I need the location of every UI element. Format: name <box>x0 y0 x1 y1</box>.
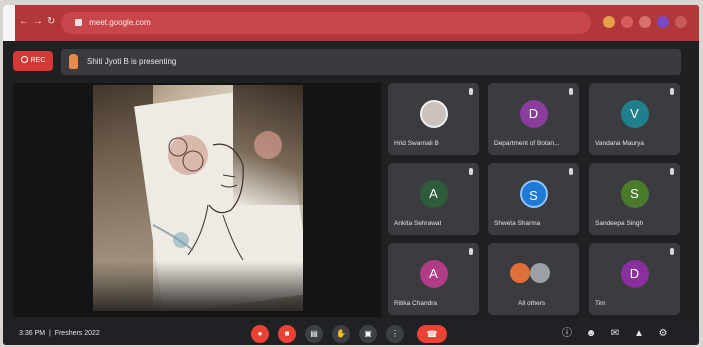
lock-icon <box>75 19 82 26</box>
people-icon[interactable]: ☻ <box>584 327 598 341</box>
avatar: D <box>519 100 548 128</box>
host-controls-icon[interactable]: ⚙ <box>656 327 670 341</box>
participant-name: Tim <box>595 300 606 307</box>
presenter-icon <box>69 54 78 69</box>
sketch-drawing <box>152 131 282 261</box>
meeting-controls-bar: 3:36 PM | Freshers 2022 ● ■ ▤ ✋ ▣ ⋮ ☎ ⓘ … <box>3 323 699 345</box>
mic-off-icon <box>670 168 674 175</box>
back-icon[interactable]: ← <box>19 17 29 27</box>
mic-off-icon <box>670 248 674 255</box>
participant-tile[interactable]: A Ritika Chandra <box>388 243 479 315</box>
address-bar[interactable]: meet.google.com <box>61 12 591 34</box>
profile-avatar[interactable] <box>657 16 669 28</box>
browser-toolbar: ← → ↻ meet.google.com <box>3 5 699 41</box>
avatar <box>530 263 551 283</box>
menu-icon[interactable] <box>675 16 687 28</box>
meeting-name: Freshers 2022 <box>54 330 100 337</box>
reload-icon[interactable]: ↻ <box>47 17 55 27</box>
avatar: A <box>419 180 448 208</box>
raise-hand-icon[interactable]: ✋ <box>332 325 350 343</box>
chat-icon[interactable]: ✉ <box>608 327 622 341</box>
participant-tile-others[interactable]: All others <box>488 243 579 315</box>
window-edge <box>3 5 15 41</box>
participant-tile[interactable]: S Sandeepa Singh <box>589 163 680 235</box>
present-screen-icon[interactable]: ▣ <box>359 325 377 343</box>
shared-screen-image <box>93 85 303 311</box>
forward-icon[interactable]: → <box>33 17 43 27</box>
participant-tile[interactable]: D Tim <box>589 243 680 315</box>
rec-label: REC <box>30 57 46 64</box>
participant-name: Ritika Chandra <box>394 300 437 307</box>
meeting-info: 3:36 PM | Freshers 2022 <box>19 330 100 337</box>
avatar: A <box>419 260 448 288</box>
mic-off-icon <box>469 168 473 175</box>
record-icon <box>20 56 28 63</box>
participant-tile[interactable]: A Ankita Sehrawat <box>388 163 479 235</box>
participant-tile[interactable]: Hrid Swarnali B <box>388 83 479 155</box>
extension-puzzle-icon[interactable] <box>639 16 651 28</box>
mic-off-icon <box>469 88 473 95</box>
meeting-time: 3:36 PM <box>19 330 46 337</box>
extension-icon[interactable] <box>603 16 615 28</box>
meet-window: ← → ↻ meet.google.com REC Shiti Jyoti B … <box>3 5 699 345</box>
info-icon[interactable]: ⓘ <box>560 327 574 341</box>
participant-tile[interactable]: D Department of Botan... <box>488 83 579 155</box>
recording-badge[interactable]: REC <box>13 51 53 71</box>
bookmark-icon[interactable] <box>621 16 633 28</box>
participant-name: Vandana Maurya <box>595 140 645 147</box>
end-call-button[interactable]: ☎ <box>417 325 447 343</box>
mic-off-icon <box>569 88 573 95</box>
participant-name: Ankita Sehrawat <box>394 220 442 227</box>
captions-icon[interactable]: ▤ <box>305 325 323 343</box>
mic-off-icon <box>469 248 473 255</box>
participant-name: Sandeepa Singh <box>595 220 644 227</box>
activities-icon[interactable]: ▲ <box>632 327 646 341</box>
participant-name: Hrid Swarnali B <box>394 140 439 147</box>
avatar-photo <box>419 100 448 128</box>
participant-tile[interactable]: V Vandana Maurya <box>589 83 680 155</box>
participant-name: Shweta Sharma <box>494 220 541 227</box>
avatar: D <box>620 260 649 288</box>
avatar: S <box>519 180 548 208</box>
presentation-stage[interactable] <box>13 83 381 317</box>
participant-name: All others <box>518 300 546 307</box>
mic-off-icon <box>569 168 573 175</box>
url-text: meet.google.com <box>89 18 151 27</box>
avatar: S <box>620 180 649 208</box>
presenting-text: Shiti Jyoti B is presenting <box>87 57 177 66</box>
participant-tile[interactable]: S Shweta Sharma <box>488 163 579 235</box>
mic-toggle-icon[interactable]: ● <box>251 325 269 343</box>
mic-off-icon <box>670 88 674 95</box>
avatar: V <box>620 100 649 128</box>
avatar <box>510 263 531 283</box>
presenting-banner: Shiti Jyoti B is presenting <box>61 49 681 75</box>
participant-name: Department of Botan... <box>494 140 560 147</box>
camera-toggle-icon[interactable]: ■ <box>278 325 296 343</box>
more-options-icon[interactable]: ⋮ <box>386 325 404 343</box>
